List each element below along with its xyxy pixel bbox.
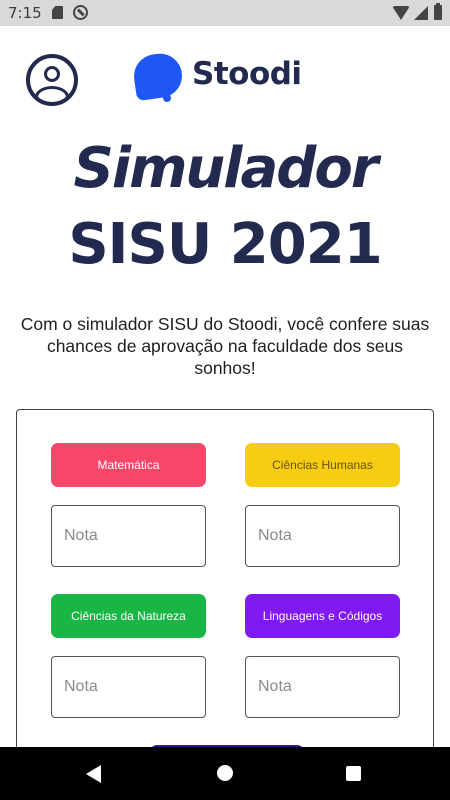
grade-input-ciencias-natureza[interactable] xyxy=(51,656,206,718)
stoodi-logo: Stoodi xyxy=(131,50,314,106)
profile-head xyxy=(44,66,60,82)
grade-input-linguagens-codigos[interactable] xyxy=(245,656,400,718)
recents-icon[interactable] xyxy=(346,766,361,781)
logo-dot-icon xyxy=(163,94,171,102)
account-circle-icon[interactable] xyxy=(26,54,78,106)
page-title-line1: Simulador xyxy=(73,136,379,201)
back-icon[interactable] xyxy=(86,765,101,783)
description-text: Com o simulador SISU do Stoodi, você con… xyxy=(20,314,430,378)
sim-card-icon xyxy=(52,6,63,19)
signal-icon xyxy=(414,6,428,20)
screen: 7:15 Stoodi Simulador SISU 2021 Com o si… xyxy=(0,0,450,800)
subject-button-ciencias-humanas[interactable]: Ciências Humanas xyxy=(245,443,400,487)
logo-bubble-icon xyxy=(131,50,185,102)
wifi-icon xyxy=(392,6,410,20)
battery-icon xyxy=(434,3,442,20)
logo-text: Stoodi xyxy=(192,56,302,92)
subject-button-ciencias-natureza[interactable]: Ciências da Natureza xyxy=(51,594,206,638)
simulator-form-card: Matemática Ciências Humanas Ciências da … xyxy=(16,409,434,775)
grade-input-matematica[interactable] xyxy=(51,505,206,567)
status-time: 7:15 xyxy=(8,4,42,22)
home-icon[interactable] xyxy=(217,765,233,781)
subject-button-matematica[interactable]: Matemática xyxy=(51,443,206,487)
subject-button-linguagens-codigos[interactable]: Linguagens e Códigos xyxy=(245,594,400,638)
navigation-bar xyxy=(0,747,450,800)
profile-body xyxy=(35,86,69,102)
data-saver-icon xyxy=(73,5,88,20)
grade-input-ciencias-humanas[interactable] xyxy=(245,505,400,567)
page-title-line2: SISU 2021 xyxy=(68,212,382,277)
status-bar: 7:15 xyxy=(0,0,450,26)
